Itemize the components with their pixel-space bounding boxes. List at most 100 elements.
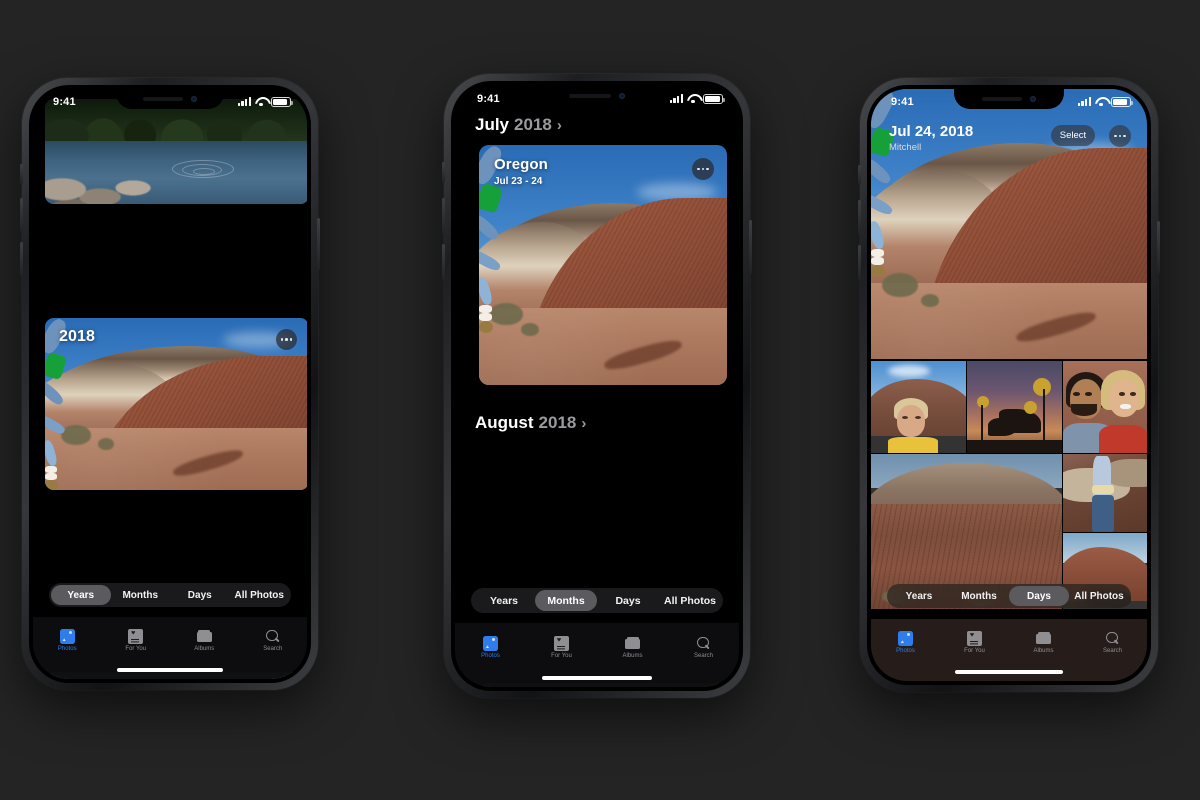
volume-up-button[interactable] (858, 200, 861, 235)
home-indicator[interactable] (542, 676, 652, 680)
tab-search[interactable]: Search (668, 623, 739, 671)
power-button[interactable] (1157, 221, 1160, 274)
earpiece-speaker (568, 93, 611, 98)
volume-up-button[interactable] (20, 198, 23, 232)
phone-days: 9:41 Jul 24, 2018 Mitchell Select Years … (858, 78, 1160, 692)
day-photo-kid-portrait[interactable] (871, 361, 966, 453)
tab-photos[interactable]: Photos (33, 617, 102, 663)
timeline-segmented-control[interactable]: Years Months Days All Photos (471, 588, 723, 613)
segment-days[interactable]: Days (1009, 586, 1069, 606)
bike-silhouette (987, 418, 1018, 437)
tab-albums-label: Albums (194, 645, 215, 652)
day-header-date: Jul 24, 2018 (889, 123, 974, 140)
power-button[interactable] (317, 218, 320, 270)
home-indicator[interactable] (117, 668, 223, 672)
man-eye (1084, 392, 1092, 396)
woman-eye (1119, 392, 1126, 396)
month-header-july-year: 2018 (514, 115, 552, 134)
year-card-lake[interactable] (45, 99, 307, 204)
mute-switch[interactable] (20, 164, 23, 184)
tab-search[interactable]: Search (1078, 619, 1147, 665)
month-card-oregon-title: Oregon (494, 156, 548, 173)
day-photo-couple-selfie[interactable] (1063, 361, 1147, 453)
search-icon (696, 636, 711, 651)
tab-photos[interactable]: Photos (871, 619, 940, 665)
figure-hair (479, 321, 493, 333)
earpiece-speaker (981, 97, 1022, 101)
timeline-segmented-control[interactable]: Years Months Days All Photos (49, 583, 291, 607)
month-card-oregon-menu-icon[interactable] (692, 158, 714, 180)
segment-all-photos[interactable]: All Photos (1069, 586, 1129, 606)
tab-albums-label: Albums (622, 652, 643, 659)
segment-all-photos[interactable]: All Photos (230, 585, 290, 605)
screenshot-canvas: 9:41 2018 Years Months Days All Photos P… (0, 0, 1200, 800)
tab-for-you[interactable]: For You (102, 617, 171, 663)
segment-years[interactable]: Years (51, 585, 111, 605)
photos-icon (59, 628, 75, 644)
more-options-icon[interactable] (1109, 125, 1131, 147)
tab-photos[interactable]: Photos (455, 623, 526, 671)
month-card-oregon[interactable]: Oregon Jul 23 - 24 (479, 145, 727, 385)
month-header-august-month: August (475, 413, 534, 432)
month-header-august[interactable]: August 2018 › (475, 413, 586, 433)
albums-icon (196, 629, 212, 644)
notch (541, 85, 653, 106)
segment-days[interactable]: Days (170, 585, 230, 605)
phone-days-screen: 9:41 Jul 24, 2018 Mitchell Select Years … (871, 89, 1147, 681)
segment-months[interactable]: Months (949, 586, 1009, 606)
status-time: 9:41 (477, 92, 500, 105)
year-card-2018[interactable]: 2018 (45, 318, 307, 490)
segment-years[interactable]: Years (473, 590, 535, 611)
desert-ground (871, 283, 1147, 359)
tab-albums[interactable]: Albums (1009, 619, 1078, 665)
for-you-icon (554, 635, 569, 651)
day-header: Jul 24, 2018 Mitchell (889, 123, 973, 153)
tab-albums[interactable]: Albums (597, 623, 668, 671)
tab-for-you[interactable]: For You (526, 623, 597, 671)
month-card-oregon-subtitle: Jul 23 - 24 (494, 176, 543, 187)
power-button[interactable] (749, 220, 752, 274)
segment-days[interactable]: Days (597, 590, 659, 611)
select-button[interactable]: Select (1051, 125, 1095, 146)
segment-months[interactable]: Months (535, 590, 597, 611)
mute-switch[interactable] (858, 165, 861, 185)
albums-icon (1036, 631, 1051, 646)
phone-years-screen: 9:41 2018 Years Months Days All Photos P… (33, 89, 307, 679)
figure-arm (479, 211, 501, 243)
tab-search[interactable]: Search (239, 617, 308, 663)
day-photo-canyon-legs[interactable] (1063, 454, 1147, 532)
volume-down-button[interactable] (20, 242, 23, 276)
figure-hair (45, 480, 58, 490)
tab-albums[interactable]: Albums (170, 617, 239, 663)
day-photo-sunset-bikes[interactable] (967, 361, 1062, 453)
month-header-july[interactable]: July 2018 › (475, 115, 562, 135)
phone-months-screen: 9:41 July 2018 › Oregon Jul 23 - 24 Augu… (455, 85, 739, 687)
volume-down-button[interactable] (442, 244, 445, 280)
woman-smile (1120, 404, 1132, 410)
man-eye (1073, 392, 1081, 396)
figure-arm (871, 155, 893, 187)
segment-months[interactable]: Months (111, 585, 171, 605)
figure-shoe (871, 257, 884, 265)
figure-arm (45, 378, 66, 408)
woman-eye (1130, 392, 1137, 396)
chevron-right-icon: › (556, 117, 562, 134)
figure-shoe (479, 313, 492, 321)
volume-down-button[interactable] (858, 245, 861, 280)
tab-for-you[interactable]: For You (940, 619, 1009, 665)
tab-photos-label: Photos (57, 645, 77, 652)
cartwheel-figure (479, 145, 506, 333)
month-header-july-month: July (475, 115, 510, 134)
home-indicator[interactable] (955, 670, 1063, 674)
for-you-icon (967, 630, 982, 646)
timeline-segmented-control[interactable]: Years Months Days All Photos (887, 584, 1131, 608)
figure-leg (871, 220, 886, 250)
figure-shoe (45, 466, 57, 473)
segment-years[interactable]: Years (889, 586, 949, 606)
year-card-2018-menu-icon[interactable] (276, 329, 297, 350)
front-camera-icon (191, 96, 198, 102)
volume-up-button[interactable] (442, 198, 445, 234)
mute-switch[interactable] (442, 162, 445, 183)
day-header-location: Mitchell (889, 142, 922, 153)
segment-all-photos[interactable]: All Photos (659, 590, 721, 611)
